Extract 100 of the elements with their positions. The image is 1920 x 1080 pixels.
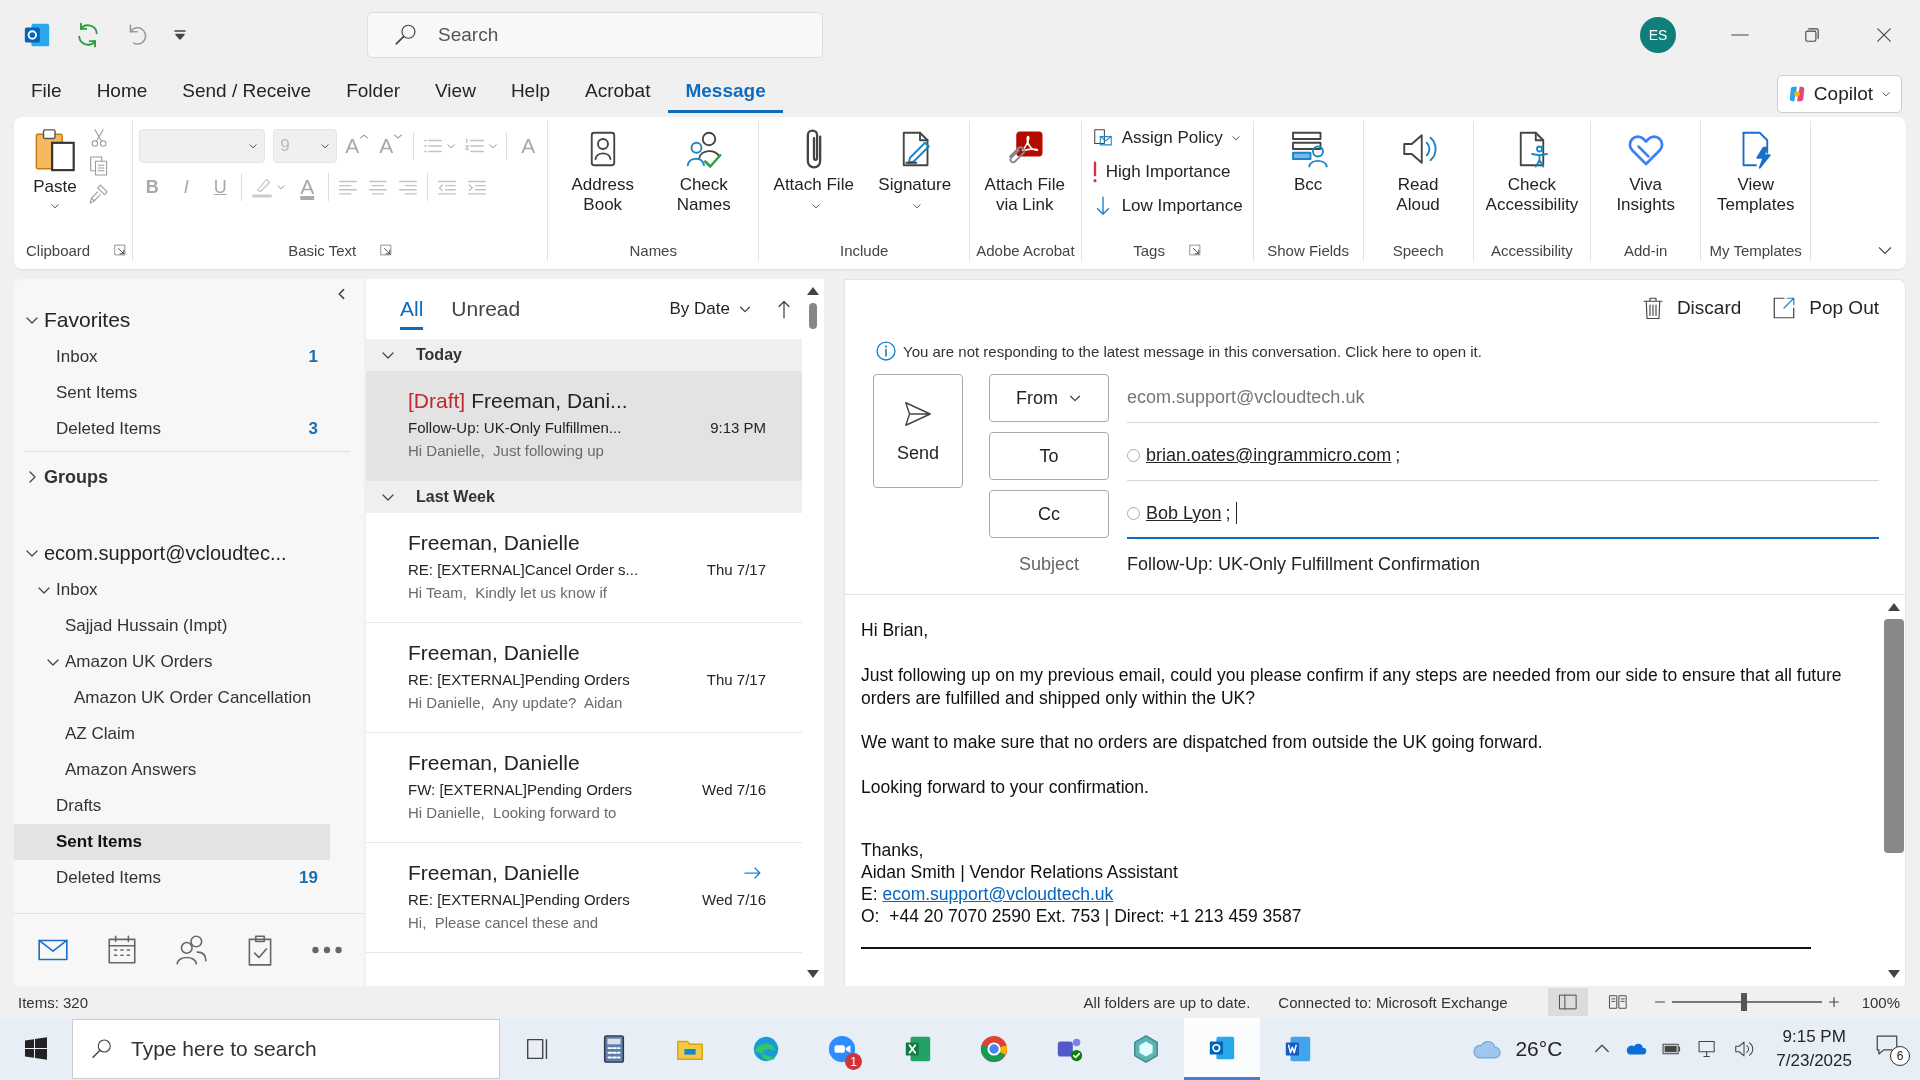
- message-preview: Hi Danielle, Just following up: [408, 442, 605, 459]
- customize-caret-icon[interactable]: [172, 27, 188, 43]
- view-button[interactable]: [1547, 988, 1588, 1016]
- menu-tab[interactable]: Send / Receive: [165, 74, 329, 113]
- taskbar-app[interactable]: 1: [804, 1018, 880, 1080]
- ribbon-button[interactable]: Attach File: [765, 125, 863, 218]
- clock[interactable]: 9:15 PM 7/23/2025: [1776, 1025, 1852, 1073]
- account-header[interactable]: ecom.support@vcloudtec...: [14, 534, 364, 572]
- message-subject: Follow-Up: UK-Only Fulfillmen...: [408, 419, 622, 436]
- email-link[interactable]: ecom.support@vcloudtech.uk: [882, 883, 1114, 904]
- ribbon-button[interactable]: Check Names: [655, 125, 753, 218]
- body-paragraph: Just following up on my previous email, could you please confirm if any steps are needed from our side to ensure that all future orders are fulfilled and shipped only within the UK?: [861, 663, 1843, 710]
- pop-out-button[interactable]: Pop Out: [1771, 295, 1879, 321]
- message-subject: RE: [EXTERNAL]Pending Orders: [408, 671, 630, 688]
- menu-tab[interactable]: File: [14, 74, 79, 113]
- to-button[interactable]: To: [989, 432, 1109, 480]
- search-field[interactable]: Search: [367, 12, 823, 58]
- scroll-down-icon[interactable]: [805, 968, 821, 980]
- scroll-up-icon[interactable]: [1886, 601, 1902, 613]
- notifications-button[interactable]: 6: [1874, 1032, 1910, 1066]
- send-button[interactable]: Send: [873, 374, 963, 488]
- scrollbar-thumb[interactable]: [1884, 619, 1904, 853]
- ribbon-button[interactable]: Check Accessibility: [1479, 125, 1585, 218]
- scroll-up-icon[interactable]: [805, 285, 821, 297]
- body-paragraph: Looking forward to your confirmation.: [861, 776, 1150, 799]
- cc-field[interactable]: Bob Lyon;: [1127, 489, 1879, 539]
- group-label: Include: [840, 241, 889, 259]
- folder-item[interactable]: Sent Items: [14, 375, 330, 411]
- ribbon-button[interactable]: Read Aloud: [1369, 125, 1467, 218]
- group-header[interactable]: Last Week: [366, 481, 802, 513]
- menu-tab[interactable]: Acrobat: [567, 74, 668, 113]
- message-item[interactable]: Freeman, Danielle RE: [EXTERNAL]Pending Orders Wed 7/16 Hi, Please cancel these and: [366, 843, 802, 953]
- to-field[interactable]: brian.oates@ingrammicro.com;: [1127, 431, 1879, 481]
- message-item[interactable]: Freeman, Danielle FW: [EXTERNAL]Pending Orders Wed 7/16 Hi Danielle, Looking forward to: [366, 733, 802, 843]
- recipient[interactable]: brian.oates@ingrammicro.com;: [1127, 445, 1401, 466]
- dialog-launcher-button[interactable]: [114, 244, 127, 256]
- menu-tab[interactable]: Message: [668, 74, 783, 113]
- recipient[interactable]: Bob Lyon;: [1127, 502, 1231, 524]
- ribbon-button[interactable]: Attach File via Link: [976, 125, 1074, 218]
- folder-item[interactable]: Amazon UK Orders: [14, 644, 330, 680]
- ribbon-button[interactable]: Viva Insights: [1597, 125, 1695, 218]
- group-label: Speech: [1392, 241, 1444, 259]
- sync-status: All folders are up to date.: [1083, 993, 1251, 1011]
- ribbon-button[interactable]: High Importance: [1087, 159, 1247, 185]
- taskbar-search-field[interactable]: Type here to search: [72, 1019, 500, 1079]
- message-subject: FW: [EXTERNAL]Pending Orders: [408, 781, 632, 798]
- message-item[interactable]: Freeman, Danielle RE: [EXTERNAL]Pending Orders Thu 7/17 Hi Danielle, Any update? Aidan: [366, 623, 802, 733]
- paste-button[interactable]: Paste: [26, 125, 84, 214]
- folder-item[interactable]: Deleted Items 3: [14, 411, 330, 447]
- ribbon-button[interactable]: Low Importance: [1087, 193, 1247, 219]
- module-button[interactable]: [312, 946, 343, 954]
- folder-item[interactable]: Sajjad Hussain (Impt): [14, 608, 330, 644]
- section-header[interactable]: Favorites: [14, 301, 364, 339]
- taskbar-app[interactable]: [1184, 1018, 1260, 1080]
- browser-circle-icon: [979, 1034, 1009, 1064]
- menu-tab[interactable]: Home: [79, 74, 165, 113]
- sort-button[interactable]: By Date: [669, 299, 752, 319]
- copilot-button[interactable]: Copilot: [1776, 74, 1902, 113]
- ribbon-button[interactable]: Signature: [866, 125, 964, 218]
- cut-button[interactable]: [88, 127, 110, 149]
- filter-tab[interactable]: All: [400, 288, 424, 330]
- folder-item[interactable]: Inbox 1: [14, 339, 330, 375]
- message-item[interactable]: Freeman, Danielle RE: [EXTERNAL]Cancel Order s... Thu 7/17 Hi Team, Kindly let us know if: [366, 513, 802, 623]
- caret-icon: [320, 141, 331, 151]
- folder-item[interactable]: Amazon UK Order Cancellation: [14, 680, 330, 716]
- format-painter-button[interactable]: [88, 183, 110, 205]
- ribbon-button[interactable]: Assign Policy: [1087, 125, 1247, 151]
- folder-item[interactable]: Drafts: [14, 788, 330, 824]
- ribbon-button[interactable]: Bcc: [1259, 125, 1357, 198]
- from-field[interactable]: ecom.support@vcloudtech.uk: [1127, 373, 1879, 423]
- folder-item[interactable]: AZ Claim: [14, 716, 330, 752]
- folder-item[interactable]: Sent Items: [14, 824, 330, 860]
- copy-button[interactable]: [88, 155, 110, 177]
- folder-item[interactable]: Deleted Items 19: [14, 860, 330, 896]
- message-item[interactable]: [Draft] Freeman, Dani... Follow-Up: UK-Only Fulfillmen... 9:13 PM Hi Danielle, Just following up: [366, 371, 802, 481]
- zoom-level[interactable]: 100%: [1861, 993, 1900, 1011]
- group-header[interactable]: Today: [366, 339, 802, 371]
- ribbon-button[interactable]: View Templates: [1707, 125, 1805, 218]
- scrollbar-thumb[interactable]: [809, 303, 817, 329]
- module-button[interactable]: [173, 933, 208, 967]
- info-message[interactable]: You are not responding to the latest message in this conversation. Click here to open it.: [903, 342, 1482, 360]
- dialog-launcher-button[interactable]: [1188, 244, 1201, 256]
- folder-item[interactable]: Amazon Answers: [14, 752, 330, 788]
- menu-tab[interactable]: View: [418, 74, 493, 113]
- filter-tab[interactable]: Unread: [451, 288, 521, 330]
- sender-name: Freeman, Danielle: [408, 641, 580, 665]
- menu-tab[interactable]: Folder: [329, 74, 418, 113]
- menu-tab[interactable]: Help: [493, 74, 567, 113]
- folder-item[interactable]: Inbox: [14, 572, 330, 608]
- ribbon-button[interactable]: Address Book: [554, 125, 652, 218]
- message-time: 9:13 PM: [710, 419, 766, 436]
- from-button[interactable]: From: [989, 374, 1109, 422]
- subject-field[interactable]: Follow-Up: UK-Only Fulfillment Confirmation: [1127, 540, 1879, 588]
- normal-view-icon: [1557, 992, 1578, 1012]
- section-header[interactable]: Groups: [14, 458, 364, 496]
- discard-button[interactable]: Discard: [1640, 295, 1742, 321]
- weather-temperature[interactable]: 26°C: [1515, 1037, 1563, 1061]
- user-avatar[interactable]: ES: [1640, 17, 1676, 53]
- cc-button[interactable]: Cc: [989, 490, 1109, 538]
- scroll-down-icon[interactable]: [1886, 968, 1902, 980]
